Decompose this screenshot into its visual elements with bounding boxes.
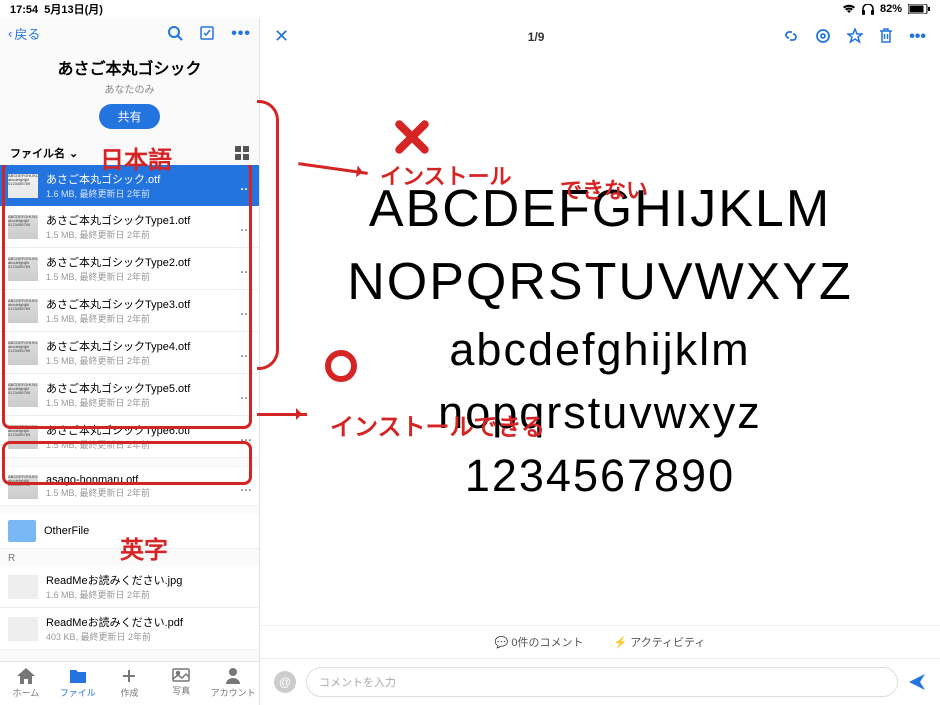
close-icon[interactable]: ✕: [274, 26, 289, 47]
comment-input[interactable]: コメントを入力: [306, 667, 898, 697]
send-icon[interactable]: [908, 673, 926, 691]
page-indicator: 1/9: [303, 30, 769, 44]
trash-icon[interactable]: [879, 28, 893, 46]
headphones-icon: [862, 4, 874, 15]
wifi-icon: [842, 4, 856, 14]
sidebar: ‹ 戻る ••• あさご本丸ゴシック あなたのみ 共有 ファイル名 ⌄: [0, 18, 260, 705]
back-button[interactable]: ‹ 戻る: [8, 24, 40, 43]
font-preview: ABCDEFGHIJKLM NOPQRSTUVWXYZ abcdefghijkl…: [347, 173, 853, 508]
folder-item[interactable]: OtherFile: [0, 514, 259, 549]
circle-icon[interactable]: [815, 28, 831, 46]
chevron-down-icon: ⌄: [69, 147, 78, 160]
battery-percent: 82%: [880, 3, 902, 15]
folder-sub: あなたのみ: [10, 81, 249, 96]
tab-home[interactable]: ホーム: [0, 662, 52, 705]
section-header: R: [0, 549, 259, 566]
tab-photo[interactable]: 写真: [155, 662, 207, 705]
more-icon[interactable]: •••: [231, 25, 251, 43]
annotation-x-mark: [390, 115, 434, 159]
file-list: ABCDEFGHIJKLabcdefghijkl0123456789 あさご本丸…: [0, 165, 259, 661]
tab-file[interactable]: ファイル: [52, 662, 104, 705]
folder-title: あさご本丸ゴシック: [10, 55, 249, 79]
preview-body[interactable]: ABCDEFGHIJKLM NOPQRSTUVWXYZ abcdefghijkl…: [260, 55, 940, 625]
sort-label[interactable]: ファイル名: [10, 145, 65, 161]
tab-create[interactable]: 作成: [104, 662, 156, 705]
more-icon[interactable]: •••: [909, 28, 926, 46]
bottom-tabs: ホーム ファイル 作成 写真 アカウント: [0, 661, 259, 705]
annotation-box-english: [2, 441, 252, 485]
annotation-box-japanese: [2, 165, 252, 429]
chevron-left-icon: ‹: [8, 26, 12, 41]
file-item[interactable]: ReadMeお読みください.jpg1.6 MB, 最終更新日 2年前: [0, 566, 259, 608]
folder-icon: [8, 520, 36, 542]
file-thumb-icon: [8, 617, 38, 641]
search-icon[interactable]: [167, 25, 183, 43]
annotation-brace: [257, 100, 279, 370]
at-icon: @: [274, 671, 296, 693]
status-indicators: 82%: [842, 3, 930, 15]
star-icon[interactable]: [847, 28, 863, 46]
edit-icon[interactable]: [199, 25, 215, 43]
file-item[interactable]: ReadMeお読みください.pdf403 KB, 最終更新日 2年前: [0, 608, 259, 650]
grid-view-icon[interactable]: [235, 146, 249, 160]
battery-icon: [908, 4, 930, 14]
status-bar: 17:54 5月13日(月) 82%: [0, 0, 940, 18]
annotation-arrow: [257, 413, 307, 416]
file-thumb-icon: [8, 575, 38, 599]
preview-pane: ✕ 1/9 ••• ABCDEFGHIJKLM NOPQRSTUVWXYZ ab…: [260, 18, 940, 705]
activity-link[interactable]: ⚡ アクティビティ: [613, 634, 705, 650]
status-time: 17:54 5月13日(月): [10, 1, 103, 17]
link-icon[interactable]: [783, 28, 799, 46]
tab-account[interactable]: アカウント: [207, 662, 259, 705]
comments-count[interactable]: 💬 0件のコメント: [495, 634, 584, 650]
share-button[interactable]: 共有: [99, 104, 159, 129]
